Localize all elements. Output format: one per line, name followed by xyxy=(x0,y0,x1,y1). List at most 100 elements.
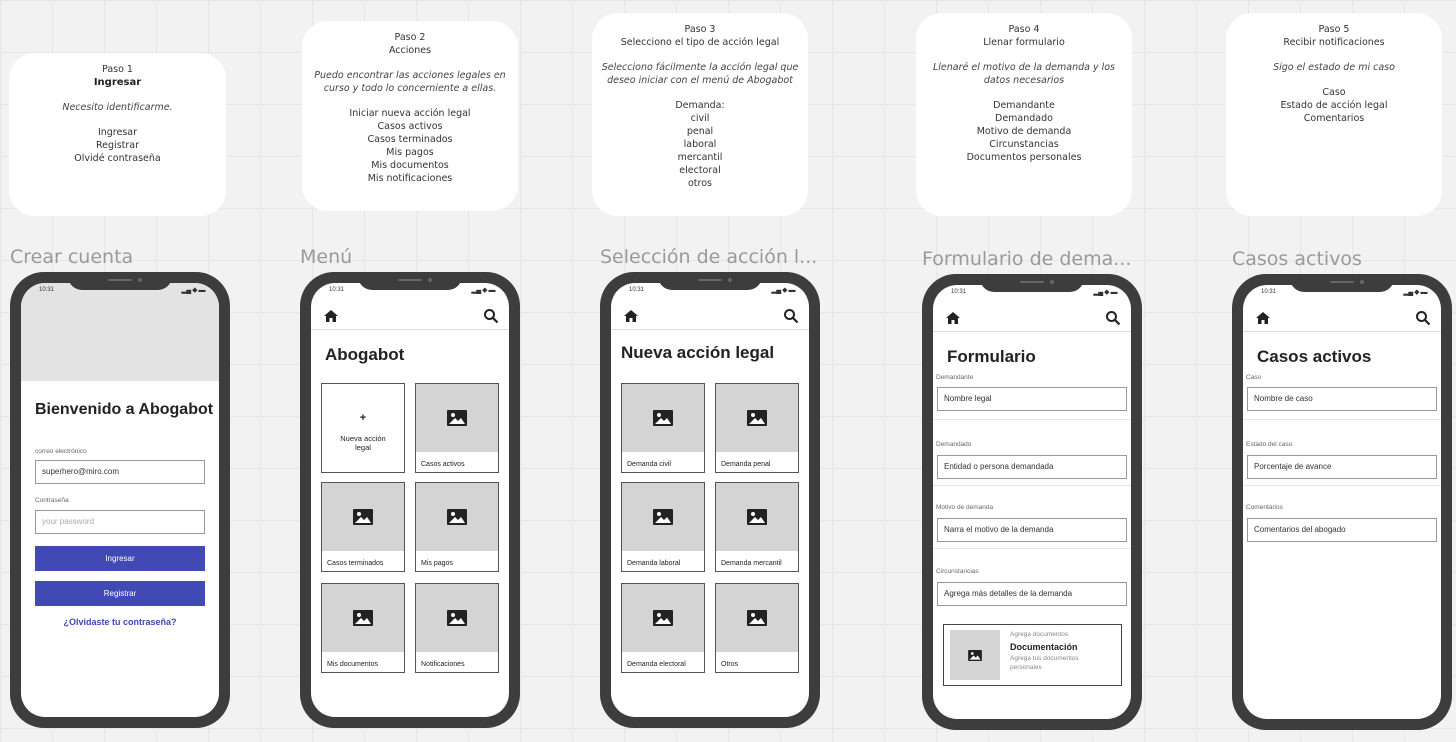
image-placeholder xyxy=(622,384,704,452)
image-placeholder xyxy=(622,584,704,652)
divider xyxy=(933,485,1131,486)
step-item: Casos terminados xyxy=(367,134,453,145)
home-icon[interactable] xyxy=(945,311,961,325)
status-clock: 10:31 xyxy=(1261,289,1277,295)
tile-label: Demanda mercantil xyxy=(721,560,782,567)
password-field[interactable]: your password xyxy=(35,510,205,534)
comentarios-input[interactable]: Comentarios del abogado xyxy=(1247,518,1437,542)
demandante-input[interactable]: Nombre legal xyxy=(937,387,1127,411)
search-icon[interactable] xyxy=(1415,310,1431,326)
menu-tile-mis-pagos[interactable]: Mis pagos xyxy=(415,482,499,572)
action-tile-penal[interactable]: Demanda penal xyxy=(715,383,799,473)
tile-label: Demanda penal xyxy=(721,461,771,468)
step-item: Demandante xyxy=(993,100,1055,111)
field-label-comentarios: Comentarios xyxy=(1246,504,1283,511)
home-icon[interactable] xyxy=(1255,311,1271,325)
phone-notch xyxy=(658,272,762,290)
step-item: otros xyxy=(688,178,712,189)
step-item: Iniciar nueva acción legal xyxy=(349,108,471,119)
page-title: Formulario xyxy=(947,347,1036,366)
action-tile-civil[interactable]: Demanda civil xyxy=(621,383,705,473)
navbar xyxy=(1243,305,1441,332)
status-clock: 10:31 xyxy=(329,287,345,293)
forgot-password-link[interactable]: ¿Olvidaste tu contraseña? xyxy=(21,617,219,627)
image-placeholder xyxy=(716,384,798,452)
action-tile-otros[interactable]: Otros xyxy=(715,583,799,673)
divider xyxy=(933,548,1131,549)
step-item: Demanda: xyxy=(675,100,725,111)
phone-menu: 10:31 ▂▄ ◆ ▬ Abogabot + Nueva acción leg… xyxy=(300,272,520,728)
menu-tile-casos-terminados[interactable]: Casos terminados xyxy=(321,482,405,572)
menu-tile-casos-activos[interactable]: Casos activos xyxy=(415,383,499,473)
search-icon[interactable] xyxy=(483,308,499,324)
phone-notch xyxy=(1290,274,1394,292)
step-item: laboral xyxy=(683,139,717,150)
new-legal-action-tile[interactable]: + Nueva acción legal xyxy=(321,383,405,473)
field-label-motivo: Motivo de demanda xyxy=(936,504,994,511)
step-number: Paso 2 xyxy=(394,32,426,43)
image-placeholder xyxy=(716,584,798,652)
image-icon xyxy=(747,509,767,525)
navbar xyxy=(311,303,509,330)
demandado-input[interactable]: Entidad o persona demandada xyxy=(937,455,1127,479)
tile-label: Mis documentos xyxy=(327,661,378,668)
step-description: Selecciono fácilmente la acción legal qu… xyxy=(601,62,799,86)
tile-label: Demanda electoral xyxy=(627,661,686,668)
action-tile-electoral[interactable]: Demanda electoral xyxy=(621,583,705,673)
search-icon[interactable] xyxy=(1105,310,1121,326)
phone-formulario: 10:31 ▂▄ ◆ ▬ Formulario Demandante Nombr… xyxy=(922,274,1142,730)
step-title: Recibir notificaciones xyxy=(1283,37,1385,48)
home-icon[interactable] xyxy=(623,309,639,323)
circunstancias-input[interactable]: Agrega más detalles de la demanda xyxy=(937,582,1127,606)
divider xyxy=(1243,485,1441,486)
frame-label-crear-cuenta: Crear cuenta xyxy=(10,246,134,268)
status-signal-icon: ▂▄ ◆ ▬ xyxy=(181,287,205,294)
email-field[interactable]: superhero@miro.com xyxy=(35,460,205,484)
image-placeholder xyxy=(416,483,498,551)
register-button[interactable]: Registrar xyxy=(35,581,205,606)
step-title: Ingresar xyxy=(93,77,142,88)
step-4-note: Paso 4 Llenar formulario Llenaré el moti… xyxy=(916,13,1132,216)
status-clock: 10:31 xyxy=(951,289,967,295)
menu-tile-mis-documentos[interactable]: Mis documentos xyxy=(321,583,405,673)
step-item: Registrar xyxy=(96,140,139,151)
menu-tile-notificaciones[interactable]: Notificaciones xyxy=(415,583,499,673)
tile-label: Notificaciones xyxy=(421,661,465,668)
home-icon[interactable] xyxy=(323,309,339,323)
step-number: Paso 5 xyxy=(1318,24,1350,35)
phone-screen: 10:31 ▂▄ ◆ ▬ Bienvenido a Abogabot corre… xyxy=(21,283,219,717)
step-2-note: Paso 2 Acciones Puedo encontrar las acci… xyxy=(302,21,518,211)
phone-notch xyxy=(358,272,462,290)
step-number: Paso 4 xyxy=(1008,24,1040,35)
login-button[interactable]: Ingresar xyxy=(35,546,205,571)
frame-label-casos-activos: Casos activos xyxy=(1232,248,1362,270)
caso-input[interactable]: Nombre de caso xyxy=(1247,387,1437,411)
search-icon[interactable] xyxy=(783,308,799,324)
step-item: electoral xyxy=(679,165,721,176)
motivo-input[interactable]: Narra el motivo de la demanda xyxy=(937,518,1127,542)
status-clock: 10:31 xyxy=(629,287,645,293)
step-5-note: Paso 5 Recibir notificaciones Sigo el es… xyxy=(1226,13,1442,216)
step-item: Mis notificaciones xyxy=(367,173,453,184)
status-signal-icon: ▂▄ ◆ ▬ xyxy=(471,287,495,294)
step-3-note: Paso 3 Selecciono el tipo de acción lega… xyxy=(592,13,808,216)
step-item: penal xyxy=(686,126,714,137)
doc-description: Agrega tus documentos personales xyxy=(1010,655,1079,671)
image-placeholder xyxy=(950,630,1000,680)
step-item: Motivo de demanda xyxy=(976,126,1072,137)
navbar xyxy=(611,303,809,330)
step-item: Casos activos xyxy=(377,121,443,132)
field-label-caso: Caso xyxy=(1246,374,1262,381)
step-item: Estado de acción legal xyxy=(1280,100,1388,111)
action-tile-mercantil[interactable]: Demanda mercantil xyxy=(715,482,799,572)
password-label: Contraseña xyxy=(35,497,69,504)
page-title: Nueva acción legal xyxy=(621,343,775,362)
estado-input[interactable]: Porcentaje de avance xyxy=(1247,455,1437,479)
documentation-card[interactable]: Agrega documentos Documentación Agrega t… xyxy=(943,624,1122,686)
image-icon xyxy=(353,610,373,626)
image-icon xyxy=(447,509,467,525)
step-item: Circunstancias xyxy=(989,139,1059,150)
image-icon xyxy=(747,610,767,626)
phone-crear-cuenta: 10:31 ▂▄ ◆ ▬ Bienvenido a Abogabot corre… xyxy=(10,272,230,728)
action-tile-laboral[interactable]: Demanda laboral xyxy=(621,482,705,572)
